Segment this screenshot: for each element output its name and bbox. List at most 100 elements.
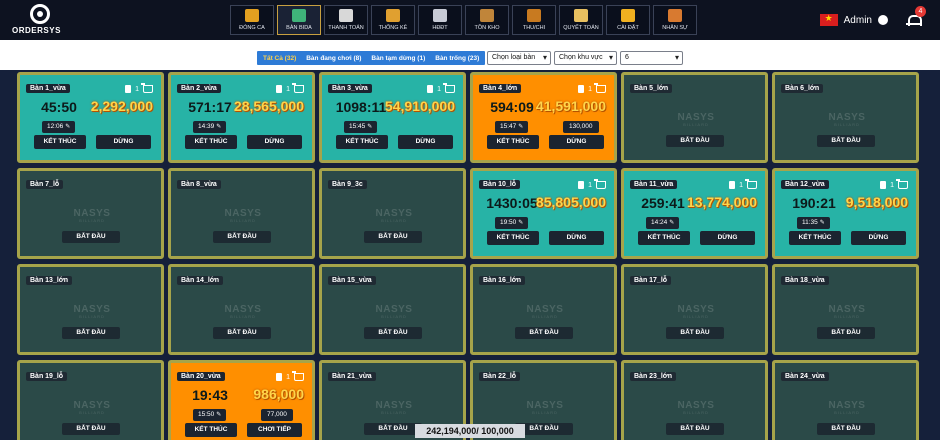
start-button[interactable]: BẮT ĐẦU xyxy=(62,231,120,243)
cart-icon[interactable] xyxy=(594,179,606,189)
start-time[interactable]: 15:50 xyxy=(193,409,227,421)
cart-icon[interactable] xyxy=(443,83,455,93)
start-button[interactable]: BẮT ĐẦU xyxy=(666,327,724,339)
stop-button[interactable]: DỪNG xyxy=(398,135,453,149)
document-icon[interactable] xyxy=(578,85,585,93)
start-button[interactable]: BẮT ĐẦU xyxy=(817,135,875,147)
tab-paused[interactable]: Bàn tạm dừng (1) xyxy=(371,55,425,62)
tab-all[interactable]: Tất Cả (32) xyxy=(263,55,296,62)
nav-item-5[interactable]: TỒN KHO xyxy=(465,5,509,35)
document-icon[interactable] xyxy=(276,85,283,93)
document-icon[interactable] xyxy=(427,85,434,93)
document-icon[interactable] xyxy=(729,181,736,189)
start-time[interactable]: 15:45 xyxy=(344,121,378,133)
stop-button[interactable]: DỪNG xyxy=(96,135,151,149)
table-card[interactable]: Bàn 1_vừa 1 45:50 2,292,000 12:06 KẾT THÚC DỪN… xyxy=(17,72,164,163)
table-card[interactable]: Bàn 7_lỗ NASYS BILLIARD BẮT ĐẦU xyxy=(17,168,164,259)
table-card[interactable]: Bàn 4_lớn 1 594:0941,591,000 15:47 130,000 KẾ… xyxy=(470,72,617,163)
table-card[interactable]: Bàn 11_vừa 1 259:4113,774,000 14:24 KẾT THÚC… xyxy=(621,168,768,259)
start-time[interactable]: 19:50 xyxy=(495,217,529,229)
cart-icon[interactable] xyxy=(141,83,153,93)
cart-icon[interactable] xyxy=(292,83,304,93)
nav-item-0[interactable]: ĐÓNG CA xyxy=(230,5,274,35)
start-button[interactable]: BẮT ĐẦU xyxy=(364,327,422,339)
nav-item-4[interactable]: HĐĐT xyxy=(418,5,462,35)
start-button[interactable]: BẮT ĐẦU xyxy=(62,423,120,435)
vietnam-flag-icon[interactable] xyxy=(819,13,838,26)
table-card[interactable]: Bàn 5_lớn NASYS BILLIARD BẮT ĐẦU xyxy=(621,72,768,163)
continue-button[interactable]: CHƠI TIẾP xyxy=(247,423,302,437)
end-button[interactable]: KẾT THÚC xyxy=(487,135,539,149)
start-time[interactable]: 12:06 xyxy=(42,121,76,133)
table-card[interactable]: Bàn 9_3c NASYS BILLIARD BẮT ĐẦU xyxy=(319,168,466,259)
document-icon[interactable] xyxy=(880,181,887,189)
stop-button[interactable]: DỪNG xyxy=(549,135,604,149)
start-button[interactable]: BẮT ĐẦU xyxy=(213,231,271,243)
table-card[interactable]: Bàn 17_lỗ NASYS BILLIARD BẮT ĐẦU xyxy=(621,264,768,355)
start-time[interactable]: 15:47 xyxy=(495,121,529,133)
stop-button[interactable]: DỪNG xyxy=(851,231,906,245)
start-button[interactable]: BẮT ĐẦU xyxy=(666,135,724,147)
bell-icon[interactable]: 4 xyxy=(906,6,926,27)
document-icon[interactable] xyxy=(125,85,132,93)
user-icon[interactable] xyxy=(878,15,888,25)
table-card[interactable]: Bàn 12_vừa 1 190:21 9,518,000 11:35 KẾT THÚC D… xyxy=(772,168,919,259)
table-card[interactable]: Bàn 24_vừa NASYS BILLIARD BẮT ĐẦU xyxy=(772,360,919,440)
table-card[interactable]: Bàn 2_vừa 1 571:1728,565,000 14:39 KẾT THÚC D… xyxy=(168,72,315,163)
table-card[interactable]: Bàn 8_vừa NASYS BILLIARD BẮT ĐẦU xyxy=(168,168,315,259)
start-button[interactable]: BẮT ĐẦU xyxy=(666,423,724,435)
tab-playing[interactable]: Bàn đang chơi (8) xyxy=(306,55,361,62)
start-time[interactable]: 14:39 xyxy=(193,121,227,133)
table-card[interactable]: Bàn 3_vừa 1 1098:1154,910,000 15:45 KẾT THÚC… xyxy=(319,72,466,163)
start-button[interactable]: BẮT ĐẦU xyxy=(364,231,422,243)
nav-item-9[interactable]: NHÂN SỰ xyxy=(653,5,697,35)
cart-icon[interactable] xyxy=(594,83,606,93)
area-select[interactable]: Chọn khu vực xyxy=(554,51,617,65)
end-button[interactable]: KẾT THÚC xyxy=(789,231,841,245)
end-button[interactable]: KẾT THÚC xyxy=(487,231,539,245)
nav-item-1[interactable]: BÀN BIDA xyxy=(277,5,321,35)
table-card[interactable]: Bàn 23_lớn NASYS BILLIARD BẮT ĐẦU xyxy=(621,360,768,440)
table-type-select[interactable]: Chọn loại bàn xyxy=(487,51,551,65)
document-icon[interactable] xyxy=(578,181,585,189)
nav-item-7[interactable]: QUYẾT TOÁN xyxy=(559,5,603,35)
nav-item-3[interactable]: THỐNG KÊ xyxy=(371,5,415,35)
table-card[interactable]: Bàn 18_vừa NASYS BILLIARD BẮT ĐẦU xyxy=(772,264,919,355)
start-button[interactable]: BẮT ĐẦU xyxy=(817,423,875,435)
end-button[interactable]: KẾT THÚC xyxy=(185,423,237,437)
nav-item-6[interactable]: THU/CHI xyxy=(512,5,556,35)
start-button[interactable]: BẮT ĐẦU xyxy=(213,327,271,339)
cart-icon[interactable] xyxy=(745,179,757,189)
end-button[interactable]: KẾT THÚC xyxy=(638,231,690,245)
table-card[interactable]: Bàn 6_lớn NASYS BILLIARD BẮT ĐẦU xyxy=(772,72,919,163)
table-card[interactable]: Bàn 13_lớn NASYS BILLIARD BẮT ĐẦU xyxy=(17,264,164,355)
start-button[interactable]: BẮT ĐẦU xyxy=(364,423,422,435)
end-button[interactable]: KẾT THÚC xyxy=(185,135,237,149)
table-card[interactable]: Bàn 15_vừa NASYS BILLIARD BẮT ĐẦU xyxy=(319,264,466,355)
cart-icon[interactable] xyxy=(292,371,304,381)
cart-icon[interactable] xyxy=(896,179,908,189)
start-time[interactable]: 11:35 xyxy=(797,217,830,229)
start-button[interactable]: BẮT ĐẦU xyxy=(62,327,120,339)
document-icon[interactable] xyxy=(276,373,283,381)
stop-button[interactable]: DỪNG xyxy=(700,231,755,245)
brand-logo[interactable]: ORDERSYS xyxy=(12,4,102,38)
columns-select[interactable]: 6 xyxy=(620,51,683,65)
tab-empty[interactable]: Bàn trống (23) xyxy=(435,55,479,62)
end-button[interactable]: KẾT THÚC xyxy=(336,135,388,149)
table-card[interactable]: Bàn 14_lớn NASYS BILLIARD BẮT ĐẦU xyxy=(168,264,315,355)
table-amount: 41,591,000 xyxy=(535,98,606,114)
start-button[interactable]: BẮT ĐẦU xyxy=(515,327,573,339)
nav-item-8[interactable]: CÀI ĐẶT xyxy=(606,5,650,35)
start-time[interactable]: 14:24 xyxy=(646,217,680,229)
stop-button[interactable]: DỪNG xyxy=(549,231,604,245)
table-card[interactable]: Bàn 16_lớn NASYS BILLIARD BẮT ĐẦU xyxy=(470,264,617,355)
stop-button[interactable]: DỪNG xyxy=(247,135,302,149)
user-name[interactable]: Admin xyxy=(844,15,872,26)
table-card[interactable]: Bàn 10_lỗ 1 1430:0585,805,000 19:50 KẾT THÚC… xyxy=(470,168,617,259)
table-card[interactable]: Bàn 20_vừa 1 19:43 986,000 15:50 77,000 KẾT TH… xyxy=(168,360,315,440)
table-card[interactable]: Bàn 19_lỗ NASYS BILLIARD BẮT ĐẦU xyxy=(17,360,164,440)
end-button[interactable]: KẾT THÚC xyxy=(34,135,86,149)
nav-item-2[interactable]: THANH TOÁN xyxy=(324,5,368,35)
start-button[interactable]: BẮT ĐẦU xyxy=(817,327,875,339)
